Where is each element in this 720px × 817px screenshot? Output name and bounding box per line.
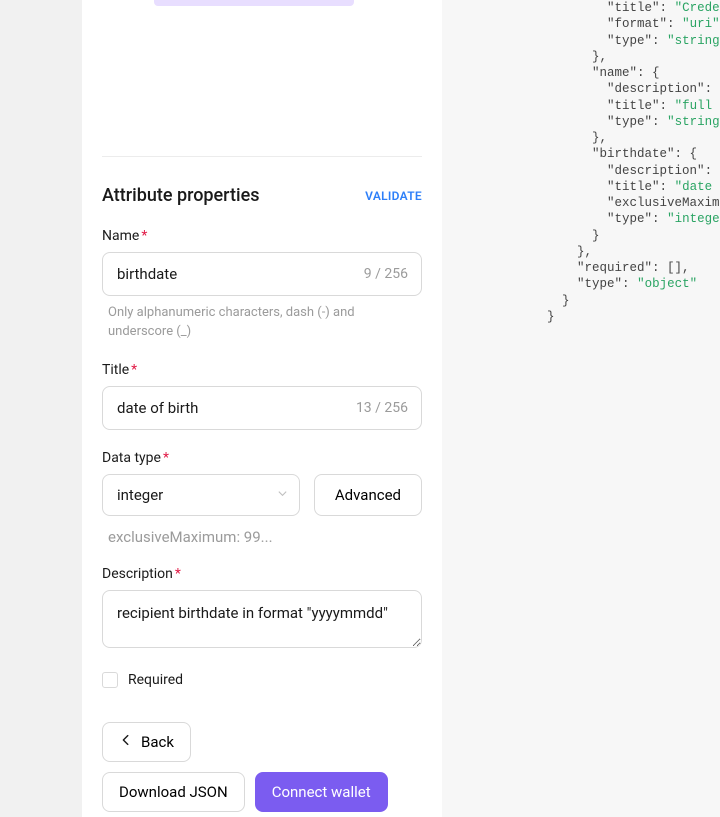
download-json-button[interactable]: Download JSON bbox=[102, 772, 245, 812]
divider bbox=[102, 156, 422, 157]
back-button[interactable]: Back bbox=[102, 722, 191, 762]
json-preview-panel: "title": "Credential subject "format": "… bbox=[442, 0, 720, 817]
datatype-label: Data type* bbox=[102, 450, 422, 466]
datatype-select[interactable]: integer bbox=[102, 474, 300, 516]
title-label: Title* bbox=[102, 362, 422, 378]
description-label: Description* bbox=[102, 566, 422, 582]
datatype-constraint-text: exclusiveMaximum: 99... bbox=[102, 528, 422, 546]
section-title: Attribute properties bbox=[102, 185, 259, 206]
form-panel: Attribute properties VALIDATE Name* 9 / … bbox=[82, 0, 442, 817]
required-label: Required bbox=[128, 672, 183, 688]
name-helper-text: Only alphanumeric characters, dash (-) a… bbox=[102, 304, 422, 342]
schema-preview-tile bbox=[154, 0, 354, 6]
advanced-button[interactable]: Advanced bbox=[314, 474, 422, 516]
name-char-count: 9 / 256 bbox=[364, 266, 408, 282]
description-textarea[interactable] bbox=[102, 590, 422, 648]
arrow-left-icon bbox=[119, 733, 133, 751]
connect-wallet-button[interactable]: Connect wallet bbox=[255, 772, 388, 812]
validate-link[interactable]: VALIDATE bbox=[365, 189, 422, 203]
name-label: Name* bbox=[102, 228, 422, 244]
required-checkbox[interactable] bbox=[102, 672, 118, 688]
title-char-count: 13 / 256 bbox=[356, 400, 408, 416]
